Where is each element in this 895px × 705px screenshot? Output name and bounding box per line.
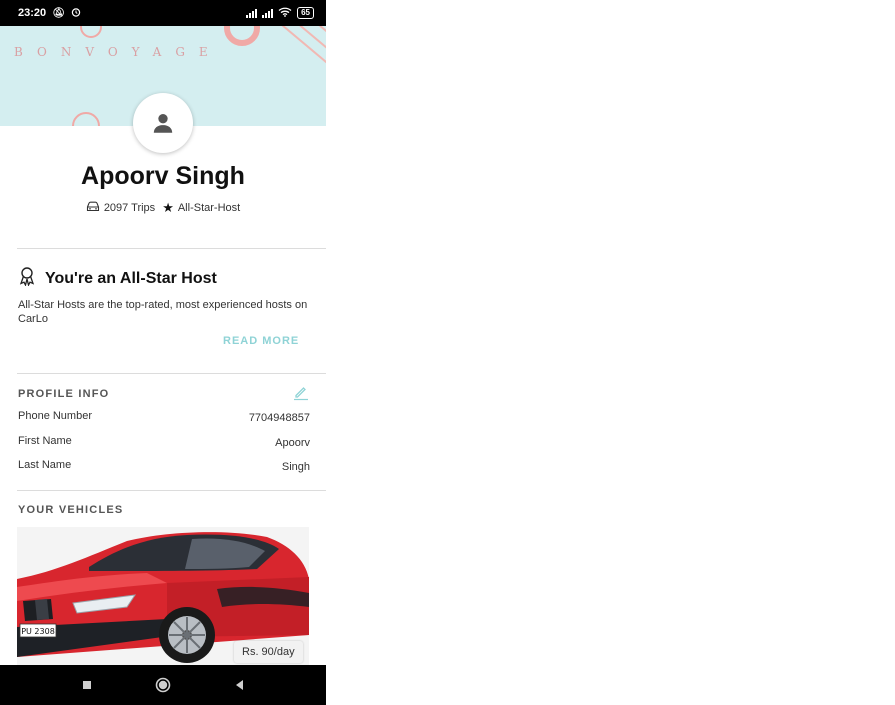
profile-info-heading: PROFILE INFO [18,388,110,400]
allstar-title-text: You're an All-Star Host [45,269,217,287]
deco-ring [80,26,102,38]
info-value: 7704948857 [248,412,310,424]
info-row-phone: Phone Number 7704948857 [18,410,310,424]
profile-meta: 2097 Trips ★ All-Star-Host [0,200,326,216]
cover-brand-text: BONVOYAGE [14,45,222,59]
info-label: First Name [18,435,72,447]
trips-count: 2097 Trips [103,202,156,214]
allstar-title: You're an All-Star Host [17,266,217,291]
info-label: Last Name [18,459,72,471]
read-more-link[interactable]: READ MORE [223,335,299,347]
user-icon [153,114,173,133]
edit-pencil-icon[interactable] [292,383,310,401]
signal-icon-2 [262,8,274,18]
alarm-icon [71,7,81,20]
status-time: 23:20 [18,7,47,19]
divider [17,490,326,491]
deco-ring [224,26,260,46]
phone-screen: 23:20 🔕︎ 65 BONVOYAGE Apoorv Singh 2097 … [0,0,326,705]
info-label: Phone Number [18,410,92,422]
signal-icon [246,8,258,18]
info-value: Apoorv [275,437,310,449]
home-button[interactable] [153,675,173,695]
back-button[interactable] [229,675,249,695]
divider [17,248,326,249]
info-row-first-name: First Name Apoorv [18,435,310,449]
vehicles-heading: YOUR VEHICLES [18,504,124,516]
status-bar: 23:20 🔕︎ 65 [0,0,326,26]
car-icon [86,201,100,215]
divider [17,373,326,374]
deco-ring [72,112,100,126]
muted-bell-icon: 🔕︎ [52,7,65,19]
battery-icon: 65 [297,7,314,19]
profile-name: Apoorv Singh [81,162,245,190]
allstar-description: All-Star Hosts are the top-rated, most e… [18,299,308,325]
deco-line [281,26,326,65]
avatar[interactable] [133,93,193,153]
star-icon: ★ [162,200,174,215]
info-row-last-name: Last Name Singh [18,459,310,473]
android-nav-bar [0,665,326,705]
recent-apps-button[interactable] [77,675,97,695]
vehicle-price-tag: Rs. 90/day [234,641,303,663]
wifi-icon [278,7,292,20]
host-badge: All-Star-Host [177,202,241,214]
award-ribbon-icon [17,266,37,291]
info-value: Singh [281,461,310,473]
deco-line [289,26,326,57]
car-plate: PU 2308 [21,627,55,636]
